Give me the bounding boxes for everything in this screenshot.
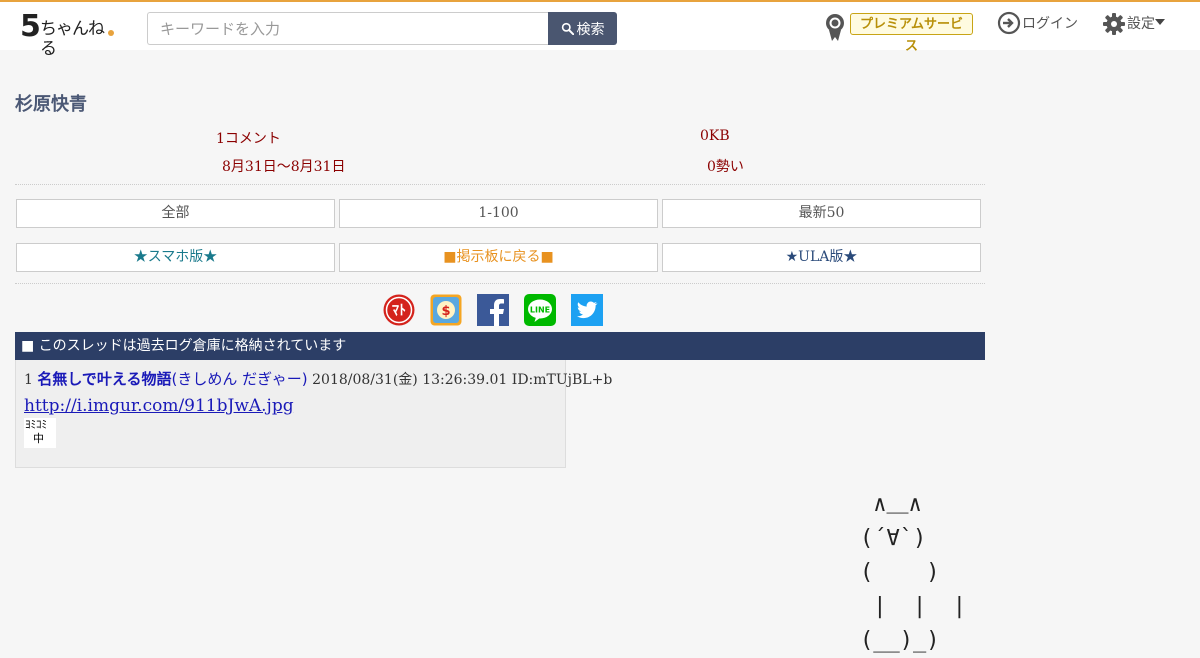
chevron-down-icon[interactable] [1155, 19, 1165, 25]
divider [15, 283, 985, 284]
ascii-art-cat: ∧＿∧ (´∀`) ( ) | | | (__)_) [860, 492, 966, 653]
gear-icon[interactable] [1102, 12, 1126, 36]
show-all-button[interactable]: 全部 [16, 199, 335, 228]
post-header: 1 名無しで叶える物語(きしめん だぎゃー) 2018/08/31(金) 13:… [24, 368, 612, 389]
logo-digit: 5 [20, 9, 41, 44]
image-thumbnail[interactable]: ﾖﾐｺﾐ 中 [24, 418, 56, 448]
search-button[interactable]: 検索 [548, 12, 617, 45]
dollar-icon[interactable]: $ [430, 294, 462, 326]
premium-badge-icon[interactable] [823, 12, 847, 42]
svg-text:LINE: LINE [530, 306, 550, 315]
smartphone-version-button[interactable]: ★スマホ版★ [16, 243, 335, 272]
login-link[interactable]: ログイン [1022, 13, 1078, 33]
svg-text:$: $ [441, 304, 450, 319]
facebook-icon[interactable] [477, 294, 509, 326]
search-button-label: 検索 [576, 21, 605, 38]
svg-text:ﾏﾄ: ﾏﾄ [392, 303, 406, 319]
back-to-board-button[interactable]: ■掲示板に戻る■ [339, 243, 658, 272]
image-link[interactable]: http://i.imgur.com/911bJwA.jpg [24, 396, 294, 416]
line-icon[interactable]: LINE [524, 294, 556, 326]
range-1-100-button[interactable]: 1-100 [339, 199, 658, 228]
thumbnail-label: 中 [33, 432, 44, 445]
settings-menu[interactable]: 設定 [1127, 13, 1155, 33]
search-input[interactable] [147, 12, 549, 45]
thread-title: 杉原快青 [15, 94, 87, 115]
momentum: 0勢い [707, 159, 744, 175]
comment-count: 1コメント [216, 131, 281, 147]
latest-50-button[interactable]: 最新50 [662, 199, 981, 228]
post-datetime: 2018/08/31(金) 13:26:39.01 [312, 372, 508, 388]
site-logo[interactable]: 5 ちゃんねる [20, 9, 115, 59]
post-id[interactable]: ID:mTUjBL+b [512, 372, 613, 388]
archived-notice-bar: ■ このスレッドは過去ログ倉庫に格納されています [15, 332, 985, 360]
logo-dot [108, 30, 114, 36]
login-icon[interactable] [997, 11, 1021, 35]
premium-service-button[interactable]: プレミアムサービス [850, 13, 973, 54]
divider [15, 184, 985, 185]
matome-icon[interactable]: ﾏﾄ [383, 294, 415, 326]
date-range: 8月31日〜8月31日 [222, 159, 346, 175]
post-1: 1 名無しで叶える物語(きしめん だぎゃー) 2018/08/31(金) 13:… [15, 360, 612, 468]
top-bar: 5 ちゃんねる 検索 プレミアムサービス ログイン [0, 0, 1200, 59]
thread-size: 0KB [700, 128, 730, 144]
ula-version-button[interactable]: ★ULA版★ [662, 243, 981, 272]
poster-trip: (きしめん だぎゃー) [171, 370, 308, 388]
poster-name: 名無しで叶える物語 [37, 370, 172, 388]
logo-text: ちゃんねる [40, 19, 105, 59]
search-icon [561, 22, 574, 35]
thumbnail-label: ﾖﾐｺﾐ [25, 418, 47, 431]
post-number: 1 [24, 372, 33, 388]
twitter-icon[interactable] [571, 294, 603, 326]
